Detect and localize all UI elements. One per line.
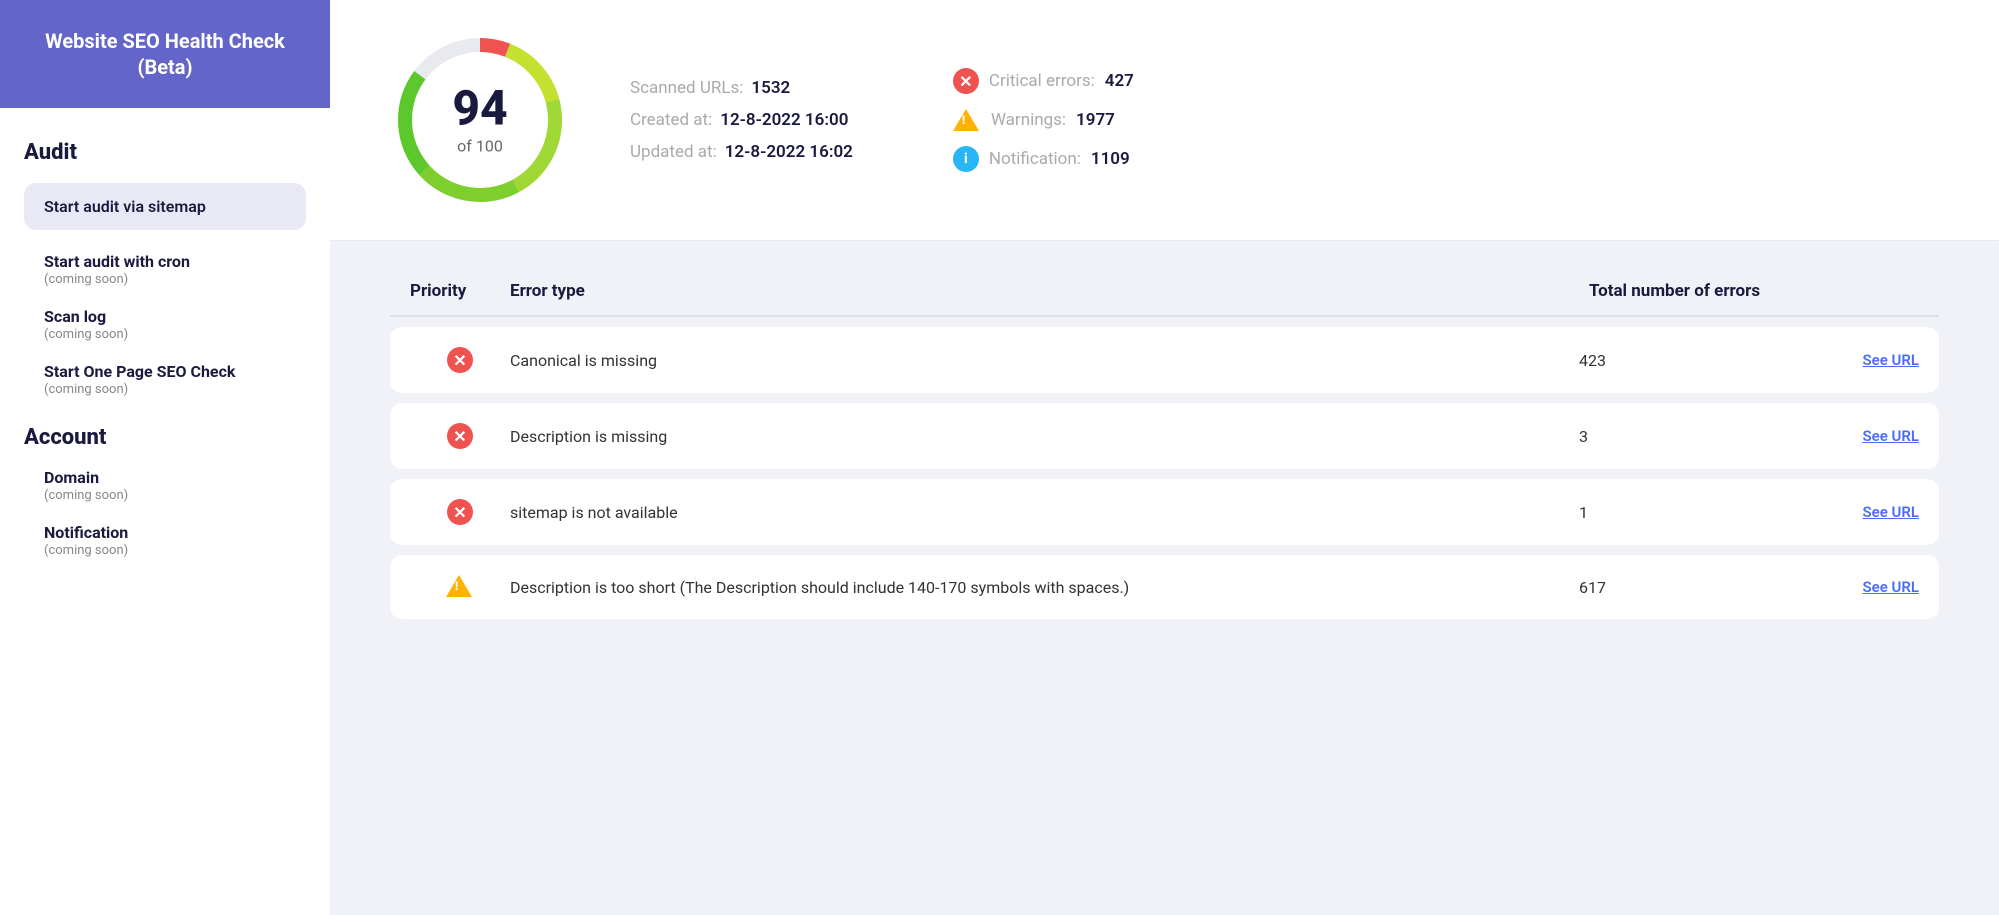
score-donut: 94 of 100 — [390, 30, 570, 210]
sidebar-item-scan-log[interactable]: Scan log (coming soon) — [24, 303, 306, 358]
row-error-2: Description is missing — [510, 427, 1579, 446]
critical-row-icon: ✕ — [447, 499, 473, 525]
table-row: ✕ sitemap is not available 1 See URL — [390, 479, 1939, 545]
sidebar-item-cron[interactable]: Start audit with cron (coming soon) — [24, 248, 306, 303]
sidebar-content: Audit Start audit via sitemap Start audi… — [0, 108, 330, 915]
score-center: 94 of 100 — [452, 85, 507, 156]
table-row: ✕ Description is missing 3 See URL — [390, 403, 1939, 469]
stat-notification: i Notification: 1109 — [953, 146, 1134, 172]
see-url-link-2[interactable]: See URL — [1799, 427, 1929, 445]
warning-icon — [953, 108, 981, 132]
stat-updated-at: Updated at: 12-8-2022 16:02 — [630, 142, 853, 162]
stat-critical: ✕ Critical errors: 427 — [953, 68, 1134, 94]
row-count-3: 1 — [1579, 503, 1799, 522]
critical-row-icon: ✕ — [447, 347, 473, 373]
sidebar: Website SEO Health Check (Beta) Audit St… — [0, 0, 330, 915]
critical-icon: ✕ — [953, 68, 979, 94]
score-label: of 100 — [452, 137, 507, 156]
row-error-3: sitemap is not available — [510, 503, 1579, 522]
sidebar-header: Website SEO Health Check (Beta) — [0, 0, 330, 108]
see-url-link-1[interactable]: See URL — [1799, 351, 1929, 369]
row-priority-1: ✕ — [410, 347, 510, 373]
row-priority-3: ✕ — [410, 499, 510, 525]
row-error-1: Canonical is missing — [510, 351, 1579, 370]
table-row: ✕ Canonical is missing 423 See URL — [390, 327, 1939, 393]
stats-left: Scanned URLs: 1532 Created at: 12-8-2022… — [630, 78, 853, 162]
score-value: 94 — [452, 85, 507, 133]
see-url-link-4[interactable]: See URL — [1799, 578, 1929, 596]
row-count-4: 617 — [1579, 578, 1799, 597]
stats-right: ✕ Critical errors: 427 Warnings: 1977 i … — [953, 68, 1134, 172]
sidebar-item-domain[interactable]: Domain (coming soon) — [24, 464, 306, 519]
stat-created-at: Created at: 12-8-2022 16:00 — [630, 110, 853, 130]
col-action — [1809, 281, 1939, 301]
col-error-type: Error type — [510, 281, 1589, 301]
col-priority: Priority — [410, 281, 510, 301]
row-count-2: 3 — [1579, 427, 1799, 446]
table-area: Priority Error type Total number of erro… — [330, 241, 1999, 915]
account-section-label: Account — [24, 425, 306, 450]
col-total: Total number of errors — [1589, 281, 1809, 301]
sidebar-item-one-page[interactable]: Start One Page SEO Check (coming soon) — [24, 358, 306, 413]
see-url-link-3[interactable]: See URL — [1799, 503, 1929, 521]
table-body: ✕ Canonical is missing 423 See URL ✕ Des… — [390, 317, 1939, 619]
table-row: Description is too short (The Descriptio… — [390, 555, 1939, 619]
start-audit-sitemap-button[interactable]: Start audit via sitemap — [24, 183, 306, 230]
row-priority-4 — [410, 575, 510, 599]
main-content: 94 of 100 Scanned URLs: 1532 Created at:… — [330, 0, 1999, 915]
info-icon: i — [953, 146, 979, 172]
stat-warnings: Warnings: 1977 — [953, 108, 1134, 132]
score-panel: 94 of 100 Scanned URLs: 1532 Created at:… — [330, 0, 1999, 241]
critical-row-icon: ✕ — [447, 423, 473, 449]
row-error-4: Description is too short (The Descriptio… — [510, 578, 1579, 597]
row-count-1: 423 — [1579, 351, 1799, 370]
table-header: Priority Error type Total number of erro… — [390, 281, 1939, 317]
row-priority-2: ✕ — [410, 423, 510, 449]
sidebar-item-notification[interactable]: Notification (coming soon) — [24, 519, 306, 574]
audit-section-label: Audit — [24, 140, 306, 165]
stat-scanned-urls: Scanned URLs: 1532 — [630, 78, 853, 98]
sidebar-title: Website SEO Health Check (Beta) — [30, 28, 300, 80]
warning-row-icon — [446, 575, 474, 599]
